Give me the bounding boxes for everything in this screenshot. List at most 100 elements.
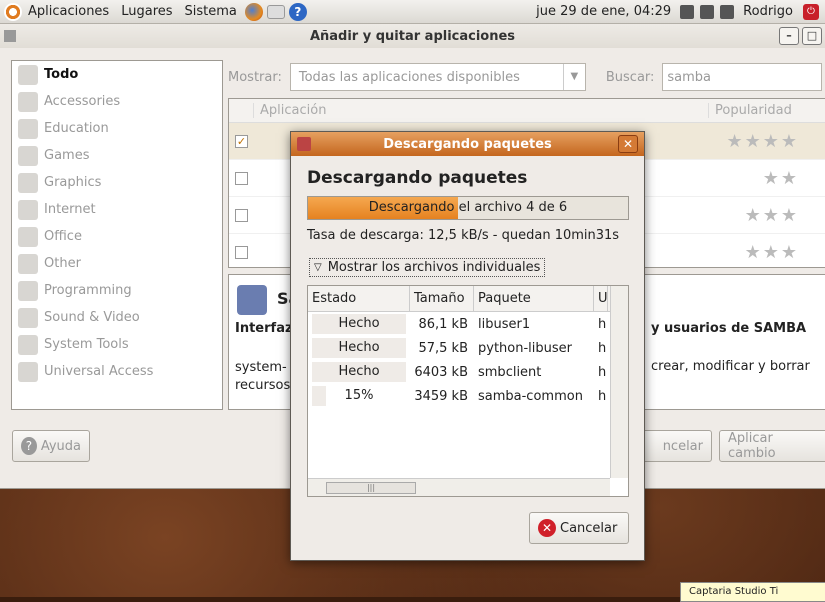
- scrollbar-thumb[interactable]: |||: [326, 482, 416, 494]
- file-size: 3459 kB: [414, 388, 468, 404]
- file-package: samba-common: [478, 388, 583, 404]
- install-checkbox[interactable]: [235, 245, 248, 259]
- menu-lugares[interactable]: Lugares: [115, 4, 178, 19]
- notification-tooltip: Captaria Studio Ti: [680, 582, 825, 602]
- ubuntu-logo-icon[interactable]: [4, 2, 22, 21]
- table-row[interactable]: Hecho 6403 kB smbclient h: [308, 360, 628, 384]
- file-url: h: [598, 340, 607, 356]
- education-icon: [18, 118, 38, 139]
- menu-aplicaciones[interactable]: Aplicaciones: [22, 4, 115, 19]
- category-list: Todo Accessories Education Games Graphic…: [11, 60, 223, 410]
- update-icon[interactable]: [700, 4, 715, 19]
- file-status: Hecho: [312, 314, 406, 334]
- internet-icon: [18, 199, 38, 220]
- show-individual-files-expander[interactable]: ▽ Mostrar los archivos individuales: [309, 258, 546, 277]
- column-popularity[interactable]: Popularidad: [708, 103, 792, 118]
- file-status: 15%: [312, 386, 406, 406]
- popularity-stars: ★★★★: [726, 130, 799, 152]
- filter-row: Mostrar: Todas las aplicaciones disponib…: [228, 62, 825, 92]
- help-icon: ?: [21, 437, 37, 455]
- network-icon[interactable]: [680, 4, 695, 19]
- download-rate: Tasa de descarga: 12,5 kB/s - quedan 10m…: [307, 228, 620, 243]
- dialog-titlebar[interactable]: Descargando paquetes ✕: [291, 132, 644, 156]
- dialog-cancel-button[interactable]: ✕ Cancelar: [529, 512, 629, 544]
- install-checkbox[interactable]: [235, 171, 248, 185]
- volume-icon[interactable]: [720, 4, 735, 19]
- vertical-scrollbar[interactable]: [610, 286, 628, 478]
- sidebar-item-office[interactable]: Office: [12, 223, 222, 250]
- firefox-icon[interactable]: [244, 2, 263, 21]
- office-icon: [18, 226, 38, 247]
- file-package: smbclient: [478, 364, 542, 380]
- minimize-button[interactable]: –: [779, 27, 799, 45]
- samba-app-icon: [237, 285, 267, 315]
- accessories-icon: [18, 91, 38, 112]
- column-estado[interactable]: Estado: [308, 286, 410, 311]
- sidebar-item-accessories[interactable]: Accessories: [12, 88, 222, 115]
- column-paquete[interactable]: Paquete: [474, 286, 594, 311]
- expander-triangle-icon: ▽: [314, 262, 322, 273]
- sidebar-item-games[interactable]: Games: [12, 142, 222, 169]
- sidebar-item-internet[interactable]: Internet: [12, 196, 222, 223]
- search-input[interactable]: samba: [662, 63, 823, 91]
- column-tamano[interactable]: Tamaño: [410, 286, 474, 311]
- mail-icon[interactable]: [266, 4, 285, 19]
- table-row[interactable]: Hecho 57,5 kB python-libuser h: [308, 336, 628, 360]
- download-progress-bar: Descargando el archivo 4 de 6: [307, 196, 629, 220]
- sidebar-item-sound-video[interactable]: Sound & Video: [12, 304, 222, 331]
- show-dropdown[interactable]: Todas las aplicaciones disponibles ▼: [289, 63, 586, 91]
- chevron-down-icon[interactable]: ▼: [562, 64, 585, 90]
- sidebar-item-other[interactable]: Other: [12, 250, 222, 277]
- table-row[interactable]: Hecho 86,1 kB libuser1 h: [308, 312, 628, 336]
- games-icon: [18, 145, 38, 166]
- file-size: 86,1 kB: [418, 316, 468, 332]
- help-button[interactable]: ? Ayuda: [12, 430, 90, 462]
- file-package: libuser1: [478, 316, 531, 332]
- window-menu-icon[interactable]: [4, 30, 16, 42]
- dialog-heading: Descargando paquetes: [307, 168, 528, 188]
- maximize-button[interactable]: □: [802, 27, 822, 45]
- description-text-right: crear, modificar y borrar: [651, 359, 810, 374]
- download-dialog: Descargando paquetes ✕ Descargando paque…: [290, 131, 645, 561]
- sidebar-item-todo[interactable]: Todo: [12, 61, 222, 88]
- window-titlebar[interactable]: Añadir y quitar aplicaciones – □: [0, 24, 825, 48]
- sidebar-item-system-tools[interactable]: System Tools: [12, 331, 222, 358]
- description-subtitle: Interfaz: [235, 321, 293, 336]
- close-button[interactable]: ✕: [618, 135, 638, 153]
- description-subtitle-right: y usuarios de SAMBA: [651, 321, 807, 336]
- column-u[interactable]: U: [594, 286, 608, 311]
- file-size: 57,5 kB: [418, 340, 468, 356]
- file-status: Hecho: [312, 338, 406, 358]
- column-application[interactable]: Aplicación: [253, 103, 708, 118]
- top-panel: Aplicaciones Lugares Sistema ? jue 29 de…: [0, 0, 825, 24]
- window-title: Añadir y quitar aplicaciones: [309, 28, 516, 44]
- sidebar-item-programming[interactable]: Programming: [12, 277, 222, 304]
- package-icon: [297, 137, 311, 151]
- help-icon[interactable]: ?: [288, 2, 307, 21]
- file-size: 6403 kB: [414, 364, 468, 380]
- universal-access-icon: [18, 361, 38, 382]
- all-icon: [18, 64, 38, 85]
- progress-text: Descargando el archivo 4 de 6: [368, 200, 568, 215]
- file-url: h: [598, 364, 607, 380]
- power-icon[interactable]: ⏻: [803, 3, 819, 20]
- sidebar-item-graphics[interactable]: Graphics: [12, 169, 222, 196]
- install-checkbox[interactable]: ✓: [235, 134, 248, 148]
- table-row[interactable]: 15% 3459 kB samba-common h: [308, 384, 628, 408]
- sidebar-item-universal-access[interactable]: Universal Access: [12, 358, 222, 385]
- cancel-icon: ✕: [538, 519, 556, 537]
- graphics-icon: [18, 172, 38, 193]
- clock[interactable]: jue 29 de ene, 04:29: [530, 4, 677, 19]
- horizontal-scrollbar[interactable]: |||: [308, 478, 610, 496]
- dialog-title: Descargando paquetes: [383, 136, 552, 152]
- file-package: python-libuser: [478, 340, 572, 356]
- other-icon: [18, 253, 38, 274]
- apply-changes-button[interactable]: Aplicar cambio: [719, 430, 825, 462]
- files-table: Estado Tamaño Paquete U Hecho 86,1 kB li…: [307, 285, 629, 497]
- menu-sistema[interactable]: Sistema: [179, 4, 243, 19]
- user-name[interactable]: Rodrigo: [737, 4, 799, 19]
- install-checkbox[interactable]: [235, 208, 248, 222]
- popularity-stars: ★★★: [744, 204, 799, 226]
- file-url: h: [598, 388, 607, 404]
- sidebar-item-education[interactable]: Education: [12, 115, 222, 142]
